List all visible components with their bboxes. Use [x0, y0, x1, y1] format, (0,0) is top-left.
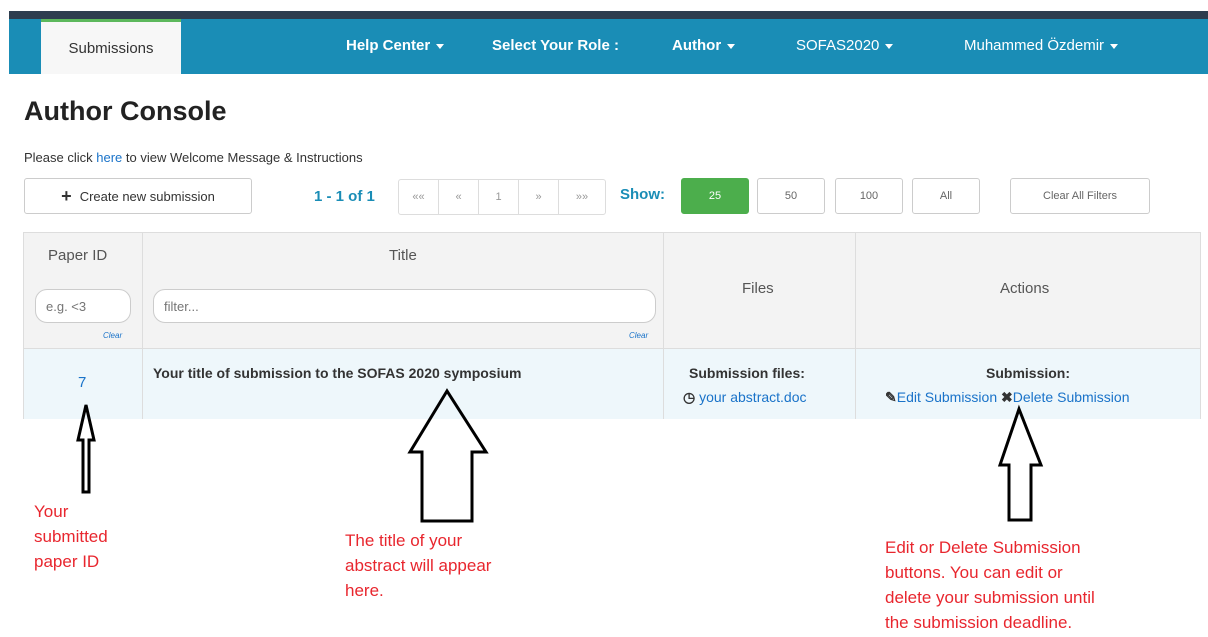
arrow-title — [407, 388, 489, 523]
annotation-line: submitted — [34, 527, 108, 546]
annotation-line: Edit or Delete Submission — [885, 538, 1081, 557]
title-annotation: The title of your abstract will appear h… — [345, 528, 491, 603]
annotation-line: The title of your — [345, 531, 463, 550]
annotation-line: abstract will appear — [345, 556, 492, 575]
annotation-line: delete your submission until — [885, 588, 1095, 607]
arrow-paper-id — [76, 404, 96, 494]
annotation-line: buttons. You can edit or — [885, 563, 1063, 582]
annotation-line: the submission deadline. — [885, 613, 1073, 632]
arrow-actions — [997, 404, 1044, 522]
actions-annotation: Edit or Delete Submission buttons. You c… — [885, 535, 1095, 635]
annotation-line: Your — [34, 502, 69, 521]
paper-id-annotation: Your submitted paper ID — [34, 499, 108, 574]
annotation-line: here. — [345, 581, 384, 600]
annotation-line: paper ID — [34, 552, 100, 571]
